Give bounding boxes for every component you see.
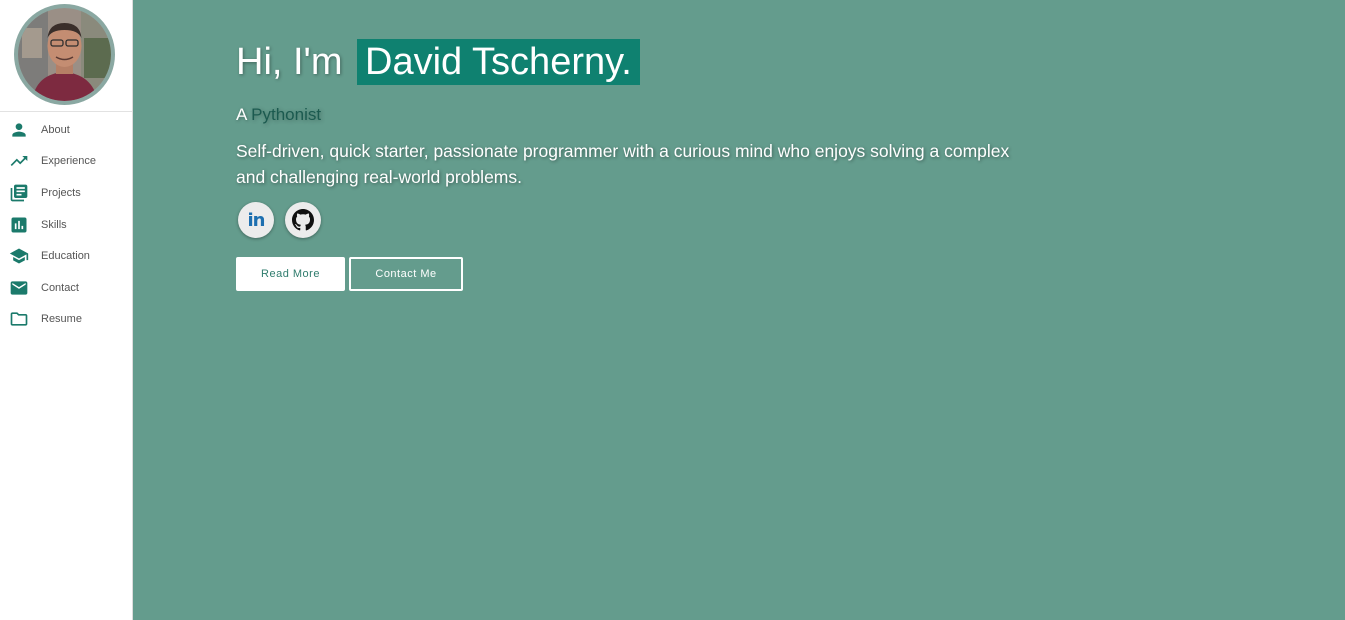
bar-chart-icon — [9, 215, 29, 235]
mail-icon — [9, 278, 29, 298]
read-more-button[interactable]: Read More — [236, 257, 345, 291]
sidebar-item-label: Projects — [41, 186, 81, 199]
avatar — [18, 8, 111, 101]
library-books-icon — [9, 183, 29, 203]
hero-buttons: Read More Contact Me — [236, 257, 1136, 291]
page: About Experience Projects Skills Educati… — [0, 0, 1345, 620]
avatar-frame — [14, 4, 115, 105]
sidebar-item-label: Contact — [41, 281, 79, 294]
github-icon — [292, 209, 314, 231]
folder-icon — [9, 309, 29, 329]
sidebar-nav: About Experience Projects Skills Educati… — [0, 114, 132, 335]
role-prefix: A — [236, 105, 247, 124]
person-icon — [9, 120, 29, 140]
sidebar-item-label: Resume — [41, 313, 82, 326]
sidebar: About Experience Projects Skills Educati… — [0, 0, 133, 620]
sidebar-item-label: Education — [41, 250, 90, 263]
sidebar-divider — [0, 111, 132, 112]
trending-up-icon — [9, 151, 29, 171]
sidebar-item-contact[interactable]: Contact — [0, 272, 132, 304]
hero-section: Hi, I'm David Tscherny. A Pythonist Self… — [236, 36, 1136, 291]
sidebar-item-label: About — [41, 123, 70, 136]
role-line: A Pythonist — [236, 104, 1136, 126]
headline: Hi, I'm David Tscherny. — [236, 36, 1136, 88]
linkedin-icon: in — [247, 209, 266, 231]
sidebar-item-projects[interactable]: Projects — [0, 177, 132, 209]
sidebar-item-label: Experience — [41, 155, 97, 168]
greeting: Hi, I'm — [236, 41, 343, 83]
sidebar-item-resume[interactable]: Resume — [0, 304, 132, 336]
github-link[interactable] — [285, 202, 321, 238]
sidebar-item-skills[interactable]: Skills — [0, 209, 132, 241]
sidebar-item-experience[interactable]: Experience — [0, 146, 132, 178]
contact-me-button[interactable]: Contact Me — [349, 257, 463, 291]
social-links: in — [236, 200, 1136, 240]
school-icon — [9, 246, 29, 266]
sidebar-item-about[interactable]: About — [0, 114, 132, 146]
role-text: Pythonist — [251, 105, 322, 124]
linkedin-link[interactable]: in — [238, 202, 274, 238]
sidebar-item-education[interactable]: Education — [0, 240, 132, 272]
sidebar-item-label: Skills — [41, 218, 67, 231]
bio-text: Self-driven, quick starter, passionate p… — [236, 141, 1010, 187]
hero-name: David Tscherny. — [357, 39, 640, 85]
